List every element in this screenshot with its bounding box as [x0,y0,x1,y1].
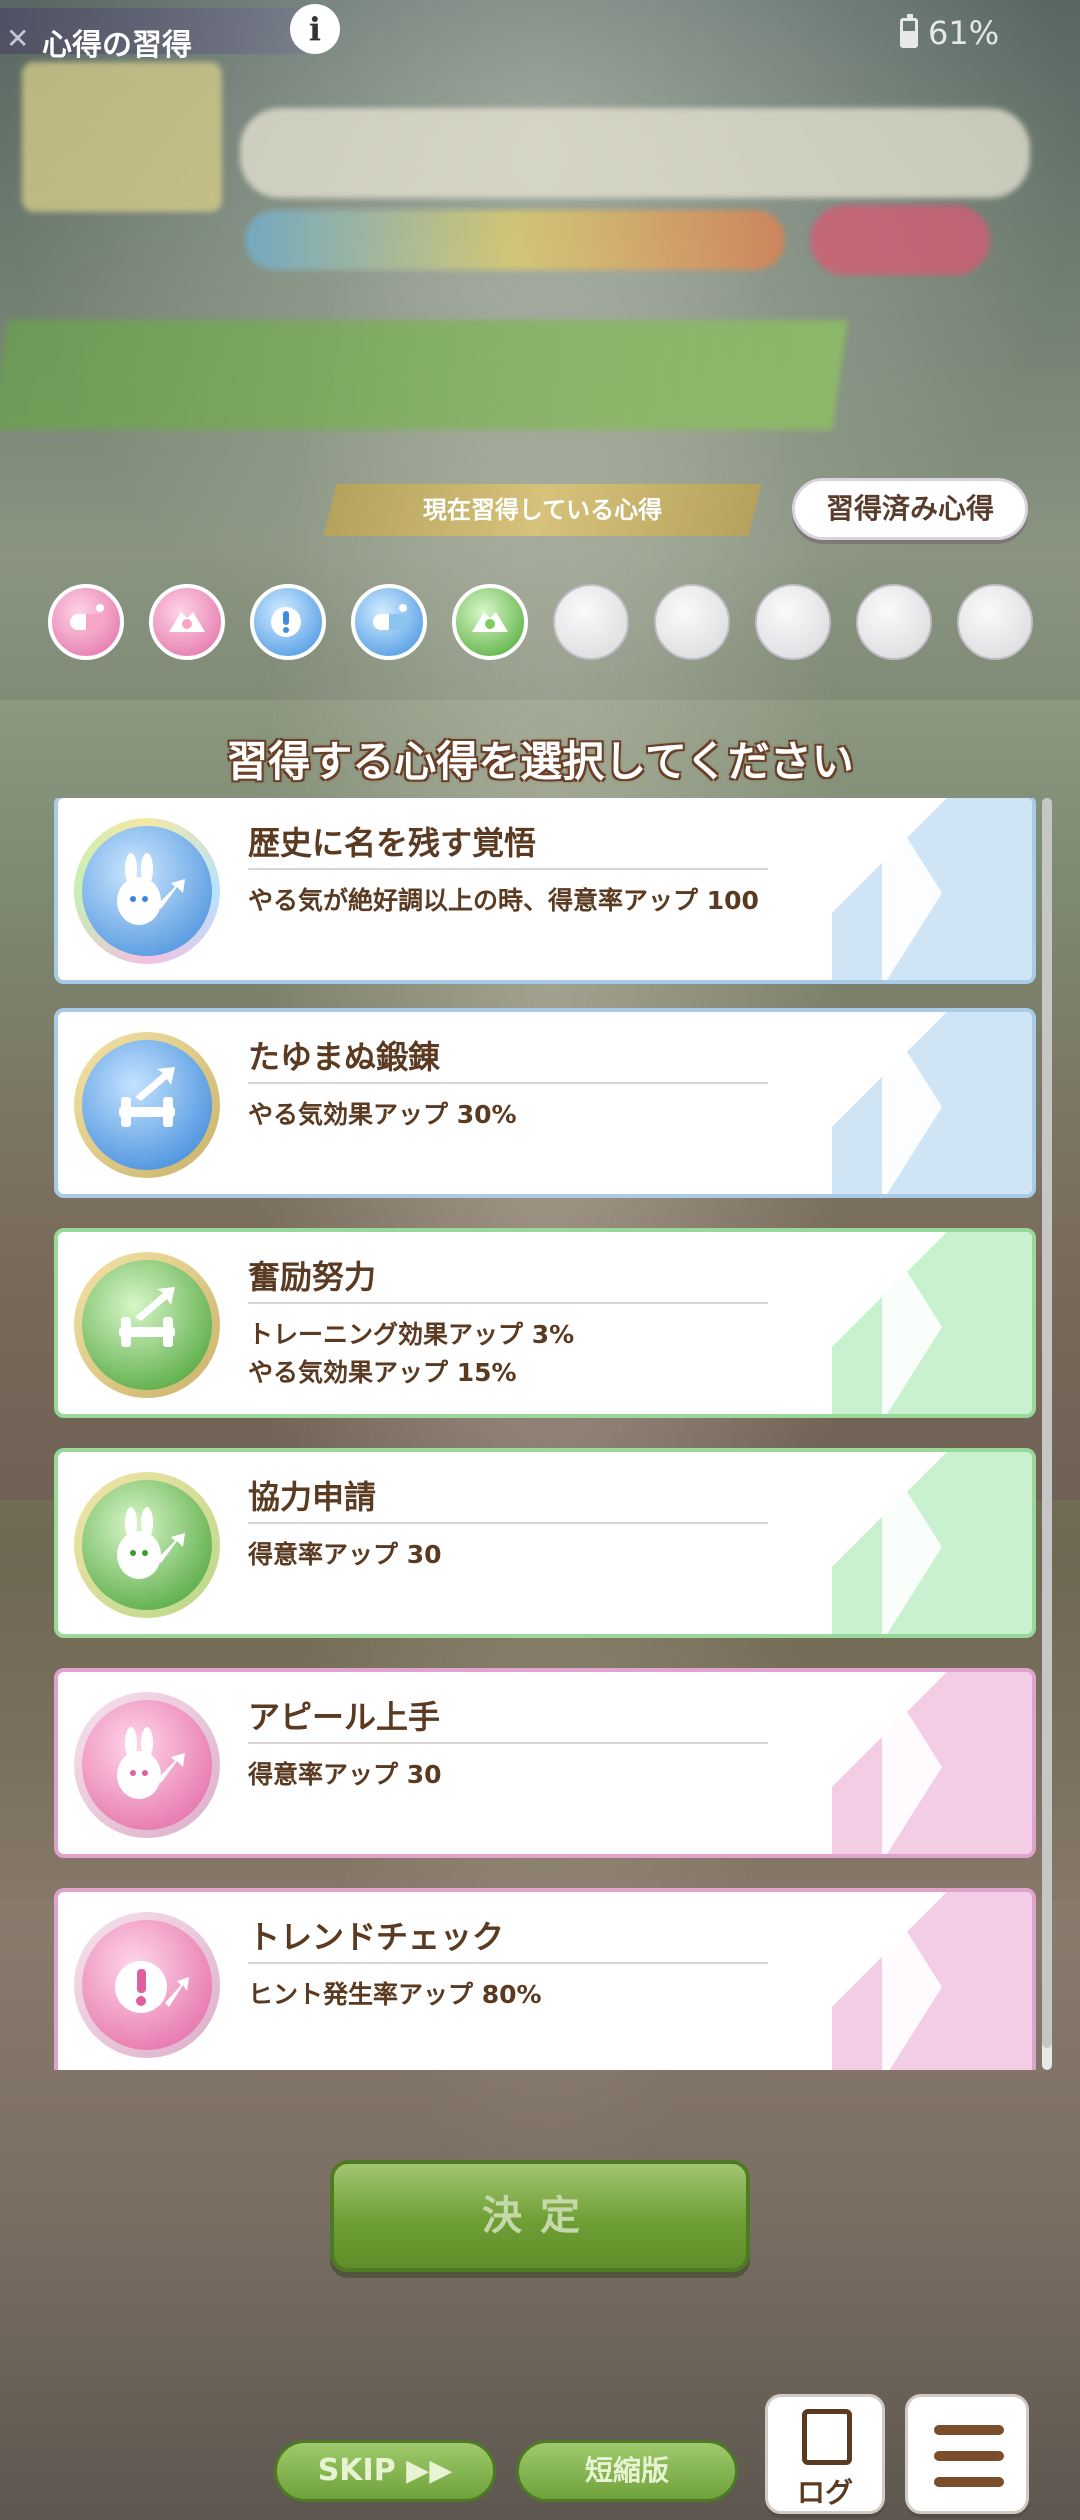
skill-card[interactable]: 歴史に名を残す覚悟 やる気が絶好調以上の時、得意率アップ 100 [54,798,1036,984]
current-learned-label: 現在習得している心得 [323,484,762,536]
title-bar: ✕ 心得の習得 [0,8,320,63]
skip-button[interactable]: SKIP ▶▶ [274,2440,496,2502]
rabbit-up-icon [74,818,220,964]
learned-list-button[interactable]: 習得済み心得 [792,478,1028,540]
skill-desc: ヒント発生率アップ 80% [248,1980,542,2009]
skill-title: たゆまぬ鍛錬 [248,1038,441,1076]
handshake-icon [472,612,508,632]
slot-9 [856,584,932,660]
pill-icon [70,604,104,630]
skill-desc: 得意率アップ 30 [248,1760,442,1789]
skill-desc: トレーニング効果アップ 3% やる気効果アップ 15% [248,1320,575,1387]
confirm-button[interactable]: 決定 [330,2160,750,2272]
battery-percent: 61% [928,14,1000,52]
skill-desc: やる気が絶好調以上の時、得意率アップ 100 [248,886,759,915]
battery-status: 61% [900,14,999,52]
skill-desc: 得意率アップ 30 [248,1540,442,1569]
log-icon [802,2409,852,2465]
rabbit-up-icon [74,1472,220,1618]
blurred-energy-bar [245,210,785,270]
slot-6 [553,584,629,660]
skill-card[interactable]: たゆまぬ鍛錬 やる気効果アップ 30% [54,1008,1036,1198]
title-deco-icon: ✕ [6,22,30,55]
skill-desc: やる気効果アップ 30% [248,1100,517,1129]
skill-title: アピール上手 [248,1698,441,1736]
log-button[interactable]: ログ [765,2394,885,2514]
pill-icon [373,604,407,630]
blurred-turn-panel [22,62,222,212]
menu-button[interactable] [905,2394,1029,2514]
slot-5[interactable] [452,584,528,660]
exclamation-icon [74,1912,220,2058]
short-version-button[interactable]: 短縮版 [516,2440,738,2502]
page-title: 心得の習得 [42,28,192,63]
scrollbar-thumb[interactable] [1042,798,1052,2048]
select-prompt: 習得する心得を選択してください [226,737,854,786]
learned-slots [48,584,1038,660]
skill-list[interactable]: 歴史に名を残す覚悟 やる気が絶好調以上の時、得意率アップ 100 たゆまぬ鍛錬 … [50,798,1040,2070]
skill-title: 協力申請 [248,1478,377,1516]
skill-card[interactable]: 協力申請 得意率アップ 30 [54,1448,1036,1638]
dumbbell-icon [74,1252,220,1398]
exclamation-icon [271,607,301,637]
dumbbell-icon [74,1032,220,1178]
skill-title: 歴史に名を残す覚悟 [248,824,537,862]
slot-8 [755,584,831,660]
slot-1[interactable] [48,584,124,660]
blurred-action-button [810,205,990,275]
slot-2[interactable] [149,584,225,660]
skill-title: トレンドチェック [248,1918,505,1956]
slot-7 [654,584,730,660]
skill-card[interactable]: 奮励努力 トレーニング効果アップ 3% やる気効果アップ 15% [54,1228,1036,1418]
skill-title: 奮励努力 [248,1258,377,1296]
slot-4[interactable] [351,584,427,660]
info-button[interactable]: i [290,4,340,54]
slot-3[interactable] [250,584,326,660]
slot-10 [957,584,1033,660]
skill-card[interactable]: トレンドチェック ヒント発生率アップ 80% [54,1888,1036,2070]
blurred-goal-bar [240,108,1030,198]
rabbit-up-icon [74,1692,220,1838]
skill-card[interactable]: アピール上手 得意率アップ 30 [54,1668,1036,1858]
menu-icon [934,2425,1004,2435]
battery-icon [900,14,918,48]
handshake-icon [169,612,205,632]
blurred-banner [0,320,848,430]
